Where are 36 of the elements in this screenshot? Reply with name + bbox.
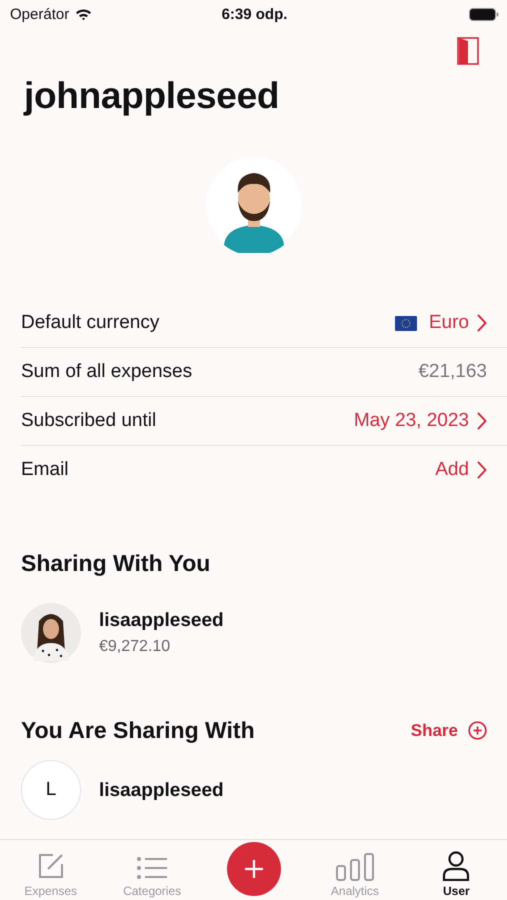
person-name: lisaappleseed <box>99 610 224 632</box>
person-icon <box>442 851 470 881</box>
battery-icon <box>468 8 499 20</box>
setting-label: Sum of all expenses <box>21 361 192 383</box>
initial-avatar: L <box>21 760 81 820</box>
setting-value-link[interactable]: Add <box>435 459 469 481</box>
person-avatar <box>21 603 81 663</box>
list-icon <box>136 855 168 881</box>
section-title: You Are Sharing With <box>21 717 255 744</box>
tab-item[interactable]: User <box>406 840 507 900</box>
setting-label: Email <box>21 459 69 481</box>
bar-chart-icon <box>336 853 374 881</box>
setting-value: €21,163 <box>418 361 487 383</box>
door-icon[interactable] <box>457 37 479 65</box>
chevron-icon <box>477 412 487 430</box>
plus-icon <box>242 858 265 880</box>
chevron-icon <box>477 461 487 479</box>
section-title: Sharing With You <box>21 550 212 577</box>
avatar-icon <box>206 157 302 253</box>
tab-item[interactable]: Analytics <box>304 840 406 900</box>
setting-value-link[interactable]: Euro <box>428 312 469 334</box>
status-time: 6:39 odp. <box>222 6 288 22</box>
setting-label: Subscribed until <box>21 410 156 432</box>
person-name: lisaappleseed <box>99 780 224 802</box>
plus-circle-icon <box>468 721 487 740</box>
flag-icon <box>394 316 417 330</box>
tab-item[interactable]: Categories <box>101 840 203 900</box>
share-button[interactable]: Share <box>410 720 487 740</box>
chevron-icon <box>477 314 487 332</box>
wifi-icon <box>75 8 92 20</box>
setting-label: Default currency <box>21 312 160 334</box>
username-title: johnappleseed <box>24 75 280 117</box>
setting-value-link[interactable]: May 23, 2023 <box>354 410 469 432</box>
carrier-name: Operátor <box>10 6 70 22</box>
tab-item[interactable]: Expenses <box>0 840 102 900</box>
person-amount: €9,272.10 <box>99 638 172 656</box>
